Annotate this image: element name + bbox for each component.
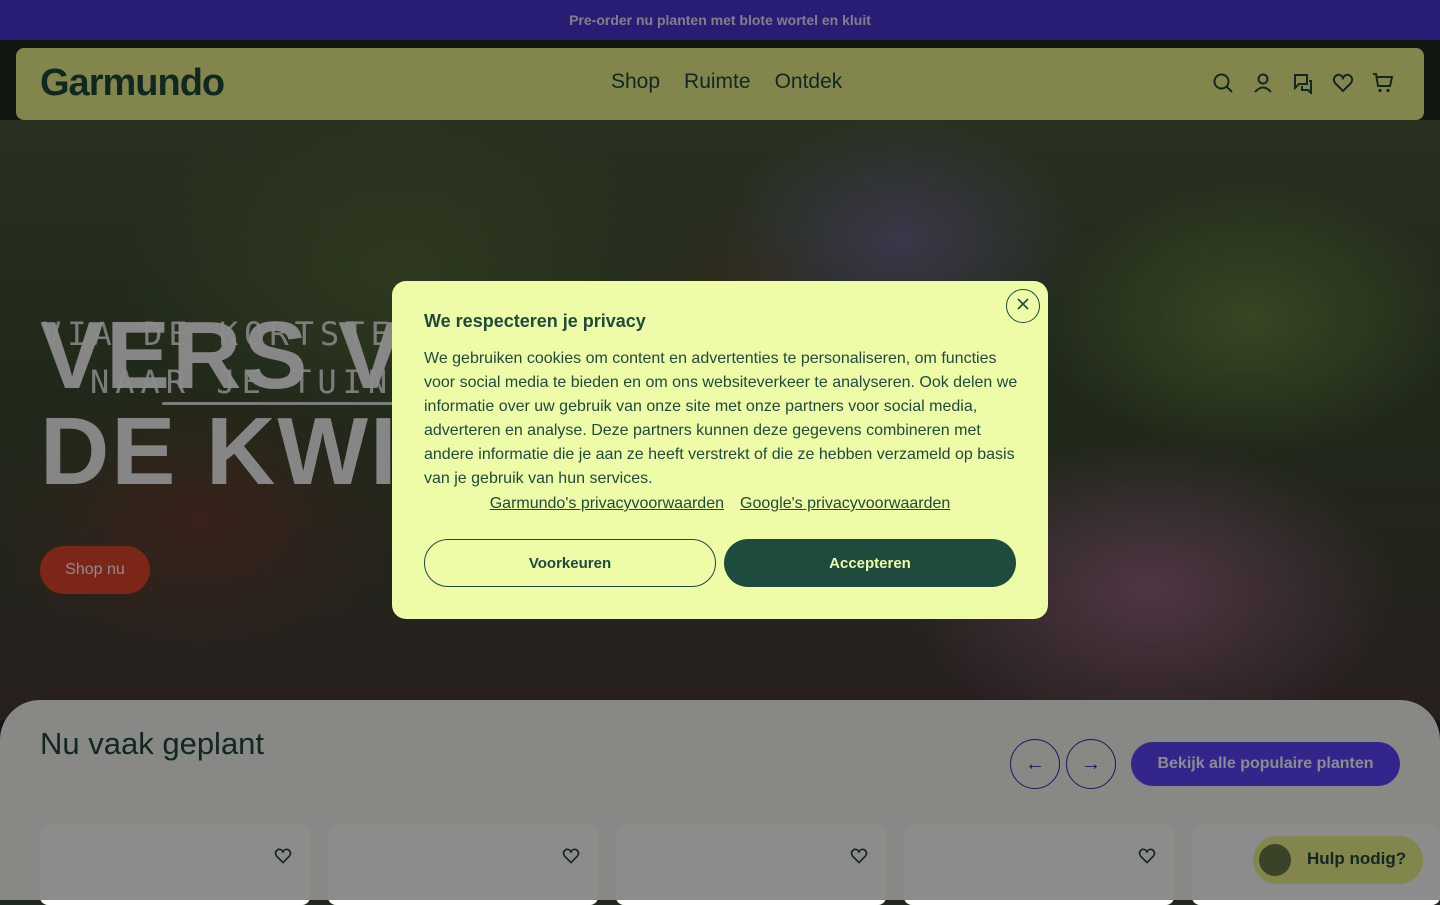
preferences-button[interactable]: Voorkeuren: [424, 539, 716, 587]
garmundo-privacy-link[interactable]: Garmundo's privacyvoorwaarden: [490, 495, 724, 513]
accept-button[interactable]: Accepteren: [724, 539, 1016, 587]
google-privacy-link[interactable]: Google's privacyvoorwaarden: [740, 495, 950, 513]
modal-body: We gebruiken cookies om content en adver…: [424, 350, 1018, 487]
close-button[interactable]: [1006, 289, 1040, 323]
privacy-links: Garmundo's privacyvoorwaarden Google's p…: [392, 495, 1048, 513]
privacy-modal: We respecteren je privacy We gebruiken c…: [392, 281, 1048, 619]
modal-title: We respecteren je privacy: [424, 311, 646, 331]
close-icon: [1017, 297, 1029, 315]
